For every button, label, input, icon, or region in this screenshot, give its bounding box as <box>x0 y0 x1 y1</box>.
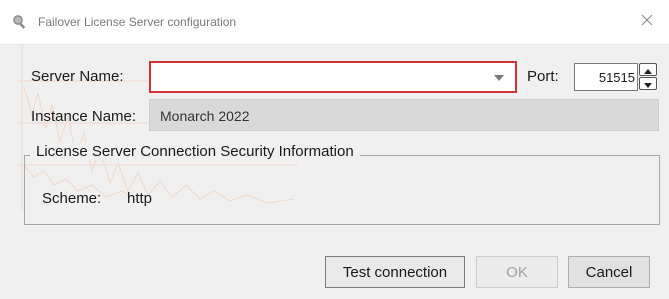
server-name-input[interactable] <box>157 67 481 89</box>
arrow-down-icon <box>644 75 652 93</box>
port-stepper[interactable] <box>639 63 659 91</box>
window-title: Failover License Server configuration <box>38 15 237 29</box>
instance-name-value: Monarch 2022 <box>160 108 250 124</box>
security-info-legend: License Server Connection Security Infor… <box>30 143 360 160</box>
security-info-groupbox <box>24 155 660 225</box>
key-search-icon <box>12 14 28 30</box>
port-input[interactable] <box>575 69 637 86</box>
close-button[interactable] <box>625 0 669 44</box>
chevron-down-icon <box>494 68 504 86</box>
server-name-combobox[interactable] <box>149 61 517 93</box>
ok-button[interactable]: OK <box>476 256 558 288</box>
port-decrement-button[interactable] <box>639 77 657 90</box>
server-name-label: Server Name: <box>31 68 124 85</box>
dialog-body: Server Name: Port: Instance Name: Monarc… <box>0 45 669 299</box>
title-bar: Failover License Server configuration <box>0 0 669 45</box>
close-icon <box>641 13 653 31</box>
instance-name-field: Monarch 2022 <box>149 99 659 131</box>
server-name-dropdown-button[interactable] <box>483 63 515 91</box>
test-connection-button[interactable]: Test connection <box>325 256 465 288</box>
instance-name-label: Instance Name: <box>31 108 137 125</box>
cancel-button[interactable]: Cancel <box>568 256 650 288</box>
scheme-label: Scheme: <box>42 190 102 207</box>
port-field[interactable] <box>574 63 638 91</box>
port-label: Port: <box>527 68 559 85</box>
scheme-value: http <box>127 190 153 207</box>
